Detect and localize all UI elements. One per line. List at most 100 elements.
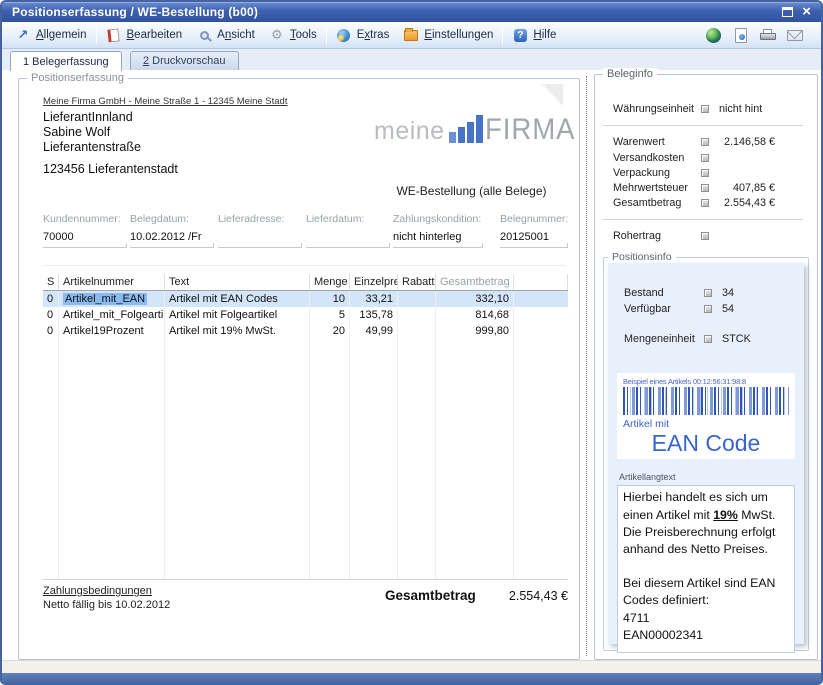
printer-icon[interactable] [759,27,776,43]
table-empty-area [43,339,568,579]
menu-item-label: Hilfe [533,29,556,41]
table-header-row: S Artikelnummer Text Menge Einzelpreis R… [43,274,568,291]
tab-label: 1 Belegerfassung [23,56,109,68]
col-header-menge[interactable]: Menge [310,274,350,290]
sender-line: Meine Firma GmbH - Meine Straße 1 - 1234… [43,96,287,107]
logo-word-meine: meine [374,119,445,144]
page-separator [586,76,587,656]
tabstrip: 1 Belegerfassung 2 Druckvorschau [2,49,821,70]
info-row-verpackung: Verpackung [613,167,775,179]
col-header-gesamtbetrag[interactable]: Gesamtbetrag [436,274,514,290]
globe-icon[interactable] [705,27,722,43]
recipient-city: 123456 Lieferantenstadt [43,162,178,176]
barcode-line1: Artikel mit [623,418,789,430]
logo-bars-icon [449,115,483,143]
recipient-line: LieferantInnland [43,110,133,124]
indicator-square-icon [701,138,709,146]
magnifier-icon [196,28,212,43]
selected-cell: Artikel_mit_EAN [63,293,147,305]
menu-item-label: Ansicht [217,29,255,41]
group-beleginfo: Beleginfo Währungseinheit nicht hint War… [594,74,818,660]
col-header-rabatt[interactable]: Rabatt. [398,274,436,290]
recipient-line: Sabine Wolf [43,125,110,139]
app-window: Positionserfassung / WE-Bestellung (b00)… [0,0,823,685]
divider [603,125,803,126]
table-row[interactable]: 0 Artikel_mit_EAN Artikel mit EAN Codes … [43,291,568,307]
position-info-panel: Bestand 34 Verfügbar 54 Mengeneinheit ST… [608,263,804,644]
menu-item-label: Einstellungen [424,29,493,41]
artikellangtext-box: Hierbei handelt es sich um einen Artikel… [617,485,795,653]
toolbar-separator [96,26,97,44]
divider [603,219,803,220]
col-header-s[interactable]: S [43,274,59,290]
indicator-square-icon [701,184,709,192]
tab-druckvorschau[interactable]: 2 Druckvorschau [130,51,239,70]
recipient-line: Lieferantenstraße [43,140,141,154]
toolbar-separator [326,26,327,44]
barcode-icon [623,387,789,415]
logo-word-firma: FIRMA [485,116,575,145]
toolbar: ↗ Allgemein Bearbeiten Ansicht ⚙ Tools E… [2,22,821,49]
info-row-rohertrag: Rohertrag [613,230,775,242]
menu-item-bearbeiten[interactable]: Bearbeiten [99,26,190,45]
info-row-versandkosten: Versandkosten [613,152,775,164]
col-header-artikelnummer[interactable]: Artikelnummer [59,274,165,290]
table-row[interactable]: 0 Artikel19Prozent Artikel mit 19% MwSt.… [43,323,568,339]
artikellangtext-section: Artikellangtext Hierbei handelt es sich … [617,467,795,653]
zahlungsbedingungen-link[interactable]: Zahlungsbedingungen [43,585,152,597]
mail-icon[interactable] [786,27,803,43]
menu-item-label: Extras [357,29,390,41]
field-kundennummer: Kundennummer: 70000 [43,213,127,248]
close-window-icon[interactable]: × [802,7,811,17]
field-lieferdatum: Lieferdatum: [306,213,390,248]
group-positionsinfo: Positionsinfo Bestand 34 Verfügbar 54 Me… [603,257,809,651]
info-row-verfuegbar: Verfügbar 54 [624,301,795,317]
company-logo: meine FIRMA [374,115,583,144]
field-belegnummer: Belegnummer: 20125001 [500,213,568,248]
separator-line [43,265,566,266]
info-row-warenwert: Warenwert 2.146,58 € [613,136,775,148]
menu-item-hilfe[interactable]: ? Hilfe [505,26,563,45]
notebook-icon [106,28,122,43]
col-header-filler [514,274,568,290]
menu-item-einstellungen[interactable]: Einstellungen [396,26,500,45]
field-belegdatum: Belegdatum: 10.02.2012 /Fr [130,213,214,248]
window-bottom-border [2,673,821,683]
indicator-square-icon [704,289,712,297]
extras-globe-icon [336,28,352,43]
status-strip [2,660,821,673]
group-label: Beleginfo [603,68,657,80]
menu-item-ansicht[interactable]: Ansicht [189,26,262,45]
tab-label: 2 Druckvorschau [143,55,226,67]
restore-window-icon[interactable] [782,7,793,17]
table-bottom-line [43,579,568,580]
payment-terms-text: Netto fällig bis 10.02.2012 [43,599,170,611]
help-icon: ? [512,28,528,43]
info-row-mehrwertsteuer: Mehrwertsteuer 407,85 € [613,182,775,194]
tab-belegerfassung[interactable]: 1 Belegerfassung [10,51,122,71]
field-lieferadresse: Lieferadresse: [218,213,302,248]
document-info-icon[interactable] [732,27,749,43]
table-row[interactable]: 0 Artikel_mit_Folgeartikel Artikel mit F… [43,307,568,323]
ean-barcode-card: Beispiel eines Artikels 00:12:56:31:98:8… [617,373,795,459]
arrow-up-right-icon: ↗ [15,28,31,43]
folder-icon [403,28,419,43]
col-header-text[interactable]: Text [165,274,310,290]
group-label: Positionserfassung [27,72,128,84]
total-value: 2.554,43 € [449,589,568,603]
group-label: Positionsinfo [608,251,676,263]
menu-item-tools[interactable]: ⚙ Tools [262,26,324,45]
indicator-square-icon [701,169,709,177]
page-fold-icon [541,84,563,106]
info-row-waehrungseinheit: Währungseinheit nicht hint [613,103,775,115]
indicator-square-icon [701,232,709,240]
window-title: Positionserfassung / WE-Bestellung (b00) [2,5,258,19]
document-title: WE-Bestellung (alle Belege) [379,184,564,198]
col-header-einzelpreis[interactable]: Einzelpreis [350,274,398,290]
gear-icon: ⚙ [269,28,285,43]
menu-item-extras[interactable]: Extras [329,26,397,45]
toolbar-separator [502,26,503,44]
titlebar: Positionserfassung / WE-Bestellung (b00)… [2,2,821,22]
menu-item-allgemein[interactable]: ↗ Allgemein [8,26,94,45]
positions-table: S Artikelnummer Text Menge Einzelpreis R… [43,274,568,580]
